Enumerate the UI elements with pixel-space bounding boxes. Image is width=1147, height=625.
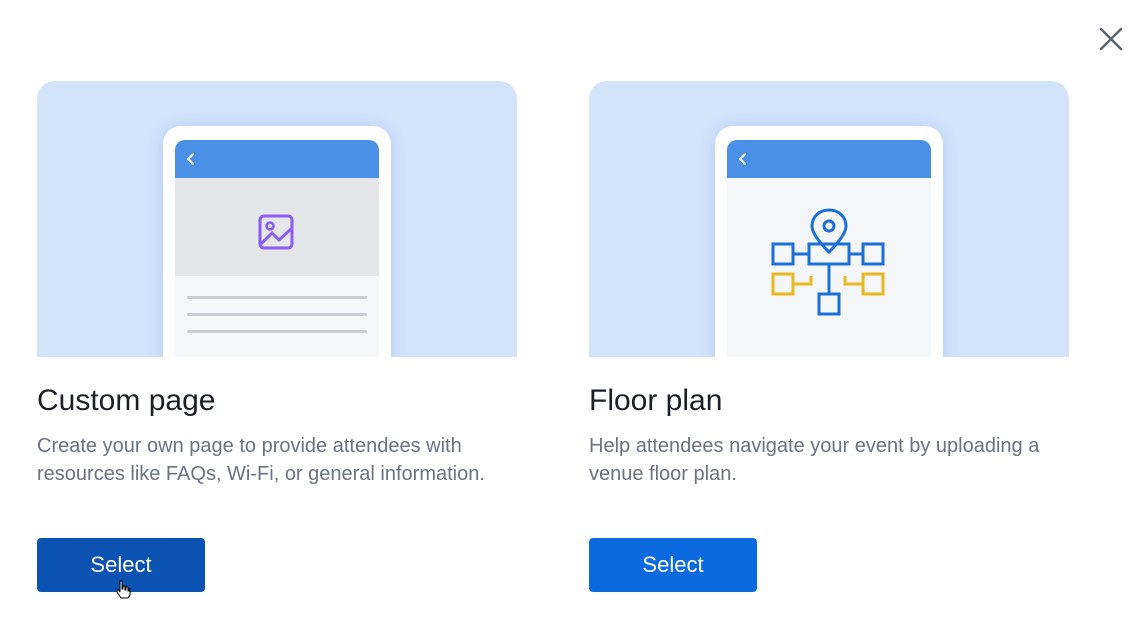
text-line (187, 296, 367, 299)
text-line (187, 313, 367, 316)
card-description: Help attendees navigate your event by up… (589, 435, 1040, 485)
phone-header-bar (175, 140, 379, 178)
hand-cursor-icon (116, 580, 131, 599)
chevron-left-icon (739, 153, 746, 165)
close-button[interactable] (1094, 22, 1128, 56)
phone-screen (727, 140, 931, 357)
phone-header-bar (727, 140, 931, 178)
phone-mockup (715, 126, 943, 357)
card-title: Floor plan (589, 384, 723, 417)
custom-page-card: Custom page Create your own page to prov… (37, 81, 517, 592)
card-description: Create your own page to provide attendee… (37, 435, 485, 485)
image-placeholder (175, 178, 379, 276)
select-floor-plan-button[interactable]: Select (589, 538, 757, 592)
chevron-left-icon (187, 153, 194, 165)
close-icon (1099, 27, 1123, 51)
phone-mockup (163, 126, 391, 357)
phone-screen (175, 140, 379, 357)
image-icon (258, 214, 294, 250)
floor-plan-icon (771, 208, 885, 316)
text-line (187, 330, 367, 333)
floor-plan-illustration (589, 81, 1069, 357)
text-lines (175, 276, 379, 333)
card-title: Custom page (37, 384, 216, 417)
floor-plan-card: Floor plan Help attendees navigate your … (589, 81, 1069, 592)
custom-page-illustration (37, 81, 517, 357)
